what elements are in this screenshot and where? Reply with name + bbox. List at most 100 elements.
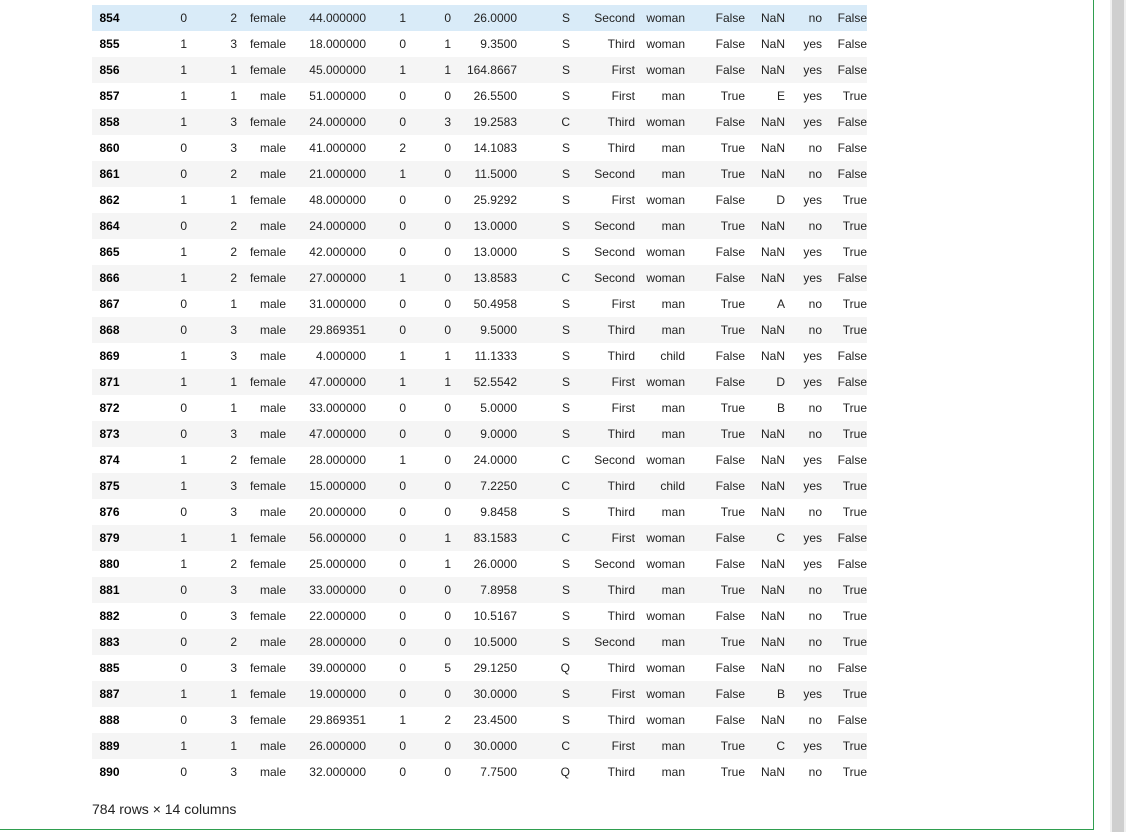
table-cell-survived: 0 (180, 427, 187, 441)
table-cell-alone: True (842, 739, 867, 753)
table-cell-who: man (661, 167, 685, 181)
table-cell-adult_male: False (715, 661, 745, 675)
table-cell-pclass: 1 (230, 89, 237, 103)
table-cell-fare: 24.0000 (473, 453, 517, 467)
table-cell-alive: no (808, 219, 822, 233)
table-cell-sibsp: 0 (399, 401, 406, 415)
table-row: 888 0 3 female 29.869351 1 2 23.4500 S Third woman… (92, 707, 867, 733)
table-cell-parch: 0 (444, 739, 451, 753)
table-cell-class: Third (607, 609, 635, 623)
table-cell-adult_male: False (715, 11, 745, 25)
table-cell-survived: 1 (180, 557, 187, 571)
table-cell-sibsp: 0 (399, 635, 406, 649)
table-cell-class: Second (594, 245, 635, 259)
table-cell-alone: True (842, 245, 867, 259)
table-cell-class: First (611, 531, 635, 545)
table-cell-adult_male: False (715, 63, 745, 77)
table-cell-adult_male: False (715, 609, 745, 623)
table-cell-adult_male: True (720, 427, 745, 441)
table-cell-deck: NaN (760, 271, 785, 285)
table-cell-parch: 0 (444, 505, 451, 519)
table-cell-alive: yes (803, 271, 822, 285)
table-cell-who: woman (646, 661, 685, 675)
table-cell-alive: yes (803, 349, 822, 363)
table-cell-class: Second (594, 557, 635, 571)
table-cell-pclass: 3 (230, 479, 237, 493)
table-cell-pclass: 3 (230, 609, 237, 623)
table-cell-who: man (661, 401, 685, 415)
table-cell-who: man (661, 427, 685, 441)
table-cell-alone: True (842, 635, 867, 649)
table-cell-age: 24.000000 (309, 219, 366, 233)
table-row: 871 1 1 female 47.000000 1 1 52.5542 S First woman… (92, 369, 867, 395)
table-cell-embarked: C (561, 479, 570, 493)
table-cell-embarked: S (561, 11, 570, 25)
table-cell-embarked: S (561, 505, 570, 519)
table-cell-parch: 0 (444, 89, 451, 103)
table-cell-age: 47.000000 (309, 427, 366, 441)
table-cell-sex: female (249, 713, 286, 727)
table-cell-embarked: C (561, 453, 570, 467)
table-cell-deck: NaN (760, 557, 785, 571)
table-cell-fare: 164.8667 (466, 63, 517, 77)
table-cell-deck: NaN (760, 713, 785, 727)
table-cell-alone: False (837, 141, 867, 155)
table-cell-age: 42.000000 (309, 245, 366, 259)
table-cell-age: 45.000000 (309, 63, 366, 77)
table-cell-embarked: S (561, 635, 570, 649)
table-cell-fare: 26.0000 (473, 11, 517, 25)
row-index-cell: 857 (99, 89, 120, 103)
table-row: 880 1 2 female 25.000000 0 1 26.0000 S Second woma… (92, 551, 867, 577)
table-cell-parch: 1 (444, 375, 451, 389)
table-cell-who: man (661, 219, 685, 233)
table-cell-age: 33.000000 (309, 401, 366, 415)
table-cell-pclass: 3 (230, 115, 237, 129)
table-row: 872 0 1 male 33.000000 0 0 5.0000 S First man True B… (92, 395, 867, 421)
table-cell-embarked: S (561, 245, 570, 259)
table-cell-fare: 23.4500 (473, 713, 517, 727)
table-row: 885 0 3 female 39.000000 0 5 29.1250 Q Third woman… (92, 655, 867, 681)
table-cell-sex: female (249, 661, 286, 675)
table-cell-pclass: 1 (230, 739, 237, 753)
table-cell-fare: 30.0000 (473, 739, 517, 753)
table-cell-class: First (611, 375, 635, 389)
table-row: 875 1 3 female 15.000000 0 0 7.2250 C Third child F… (92, 473, 867, 499)
table-cell-fare: 14.1083 (473, 141, 517, 155)
table-cell-alone: False (837, 271, 867, 285)
table-cell-class: Third (607, 505, 635, 519)
row-index-cell: 882 (99, 609, 120, 623)
table-cell-who: woman (646, 115, 685, 129)
row-index-cell: 875 (99, 479, 120, 493)
table-cell-class: Third (607, 115, 635, 129)
vertical-scrollbar[interactable] (1110, 0, 1126, 832)
table-cell-age: 4.000000 (315, 349, 366, 363)
table-cell-alone: False (837, 531, 867, 545)
table-cell-sex: female (249, 453, 286, 467)
table-cell-alone: True (842, 609, 867, 623)
table-cell-parch: 0 (444, 167, 451, 181)
table-cell-age: 33.000000 (309, 583, 366, 597)
table-cell-survived: 1 (180, 63, 187, 77)
table-cell-embarked: S (561, 713, 570, 727)
table-cell-deck: NaN (760, 167, 785, 181)
table-cell-parch: 0 (444, 193, 451, 207)
table-cell-pclass: 1 (230, 375, 237, 389)
table-row: 867 0 1 male 31.000000 0 0 50.4958 S First man True… (92, 291, 867, 317)
table-cell-pclass: 3 (230, 661, 237, 675)
table-cell-parch: 0 (444, 609, 451, 623)
table-cell-alone: False (837, 115, 867, 129)
table-cell-class: First (611, 63, 635, 77)
table-row: 860 0 3 male 41.000000 2 0 14.1083 S Third man True… (92, 135, 867, 161)
scrollbar-thumb[interactable] (1112, 0, 1124, 832)
table-cell-embarked: S (561, 193, 570, 207)
table-row: 865 1 2 female 42.000000 0 0 13.0000 S Second woma… (92, 239, 867, 265)
table-cell-deck: NaN (760, 609, 785, 623)
table-cell-who: child (660, 349, 685, 363)
table-cell-adult_male: True (720, 219, 745, 233)
row-index-cell: 856 (99, 63, 120, 77)
table-cell-class: Second (594, 167, 635, 181)
table-cell-who: woman (646, 11, 685, 25)
table-cell-deck: D (776, 193, 785, 207)
table-cell-deck: NaN (760, 115, 785, 129)
table-cell-class: Second (594, 635, 635, 649)
